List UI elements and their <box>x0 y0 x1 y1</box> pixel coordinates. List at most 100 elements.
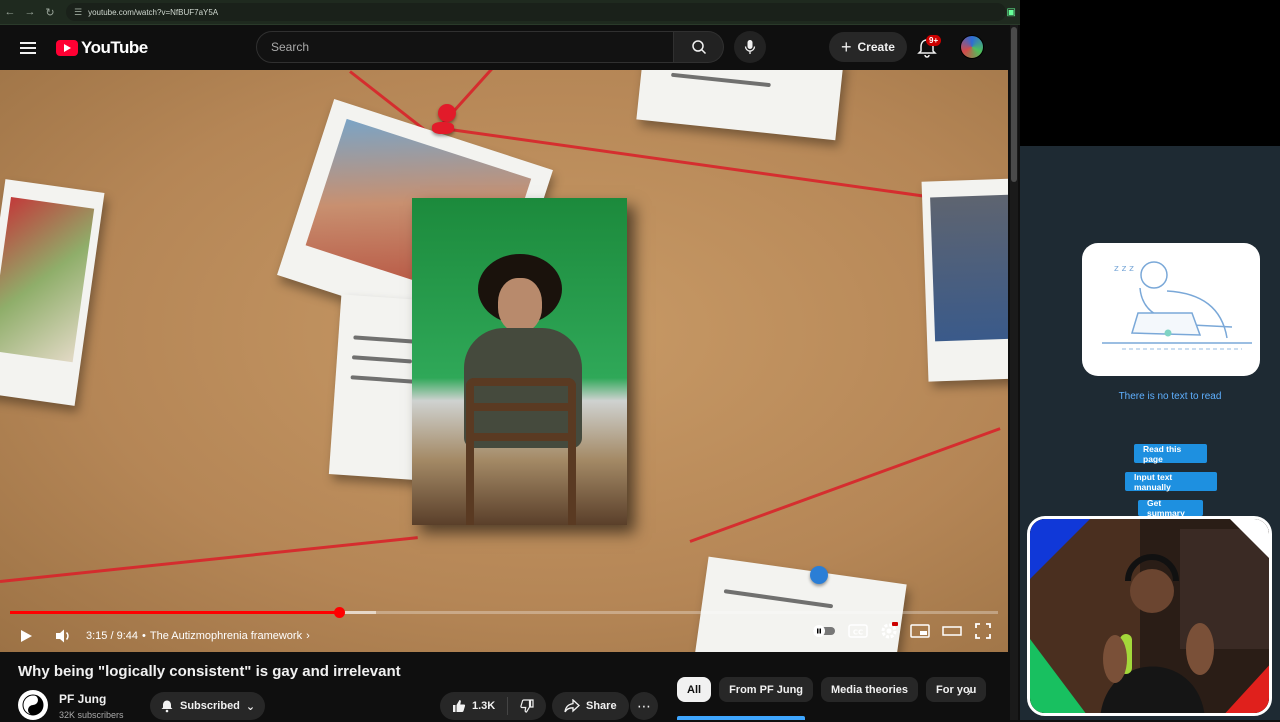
browser-toolbar: ← → ↻ ☰ youtube.com/watch?v=NfBUF7aY5A ▣ <box>0 0 1020 25</box>
play-button[interactable] <box>18 628 34 644</box>
yin-yang-icon <box>22 694 44 716</box>
thumbs-up-icon <box>453 700 466 712</box>
dislike-button[interactable] <box>508 699 546 713</box>
youtube-wordmark: YouTube <box>81 37 148 57</box>
youtube-play-icon <box>56 39 78 56</box>
theater-mode-icon <box>942 626 962 636</box>
read-page-button[interactable]: Read this page <box>1134 444 1207 464</box>
create-button[interactable]: + Create <box>829 32 907 62</box>
video-player[interactable]: 3:15 / 9:44 • The Autizmophrenia framewo… <box>0 70 1008 652</box>
input-text-button[interactable]: Input text manually <box>1125 472 1217 492</box>
hamburger-menu-icon[interactable] <box>20 41 36 54</box>
reload-icon[interactable]: ↻ <box>40 2 60 22</box>
svg-text:z z z: z z z <box>1114 264 1134 274</box>
captions-icon: CC <box>848 624 868 638</box>
youtube-header: YouTube Search + Create 9+ <box>0 25 1010 70</box>
autoplay-toggle[interactable] <box>812 624 836 638</box>
svg-text:CC: CC <box>853 629 863 637</box>
volume-button[interactable] <box>54 628 72 644</box>
like-count: 1.3K <box>472 700 496 712</box>
address-bar[interactable]: ☰ youtube.com/watch?v=NfBUF7aY5A <box>66 3 1006 21</box>
chip-media-theories[interactable]: Media theories <box>821 677 919 702</box>
autoplay-toggle-icon <box>813 625 835 637</box>
url-text: youtube.com/watch?v=NfBUF7aY5A <box>88 7 219 17</box>
chevron-right-icon: › <box>306 630 310 642</box>
thumbs-down-icon <box>520 699 534 713</box>
chip-from-channel[interactable]: From PF Jung <box>719 677 814 702</box>
progress-played <box>10 611 339 614</box>
miniplayer-icon <box>910 624 930 638</box>
microphone-icon <box>744 40 756 54</box>
progress-bar[interactable] <box>10 607 998 618</box>
page-scrollbar[interactable] <box>1010 25 1018 720</box>
red-pushpin <box>438 104 456 122</box>
share-label: Share <box>586 700 617 712</box>
recommendation-thumbnail-edge[interactable] <box>677 716 805 720</box>
gear-icon <box>881 622 898 639</box>
theater-mode-button[interactable] <box>942 623 962 639</box>
volume-icon <box>56 629 69 643</box>
get-summary-button[interactable]: Get summary <box>1138 498 1203 518</box>
webcam-feed <box>1030 519 1269 713</box>
search-icon <box>691 40 706 55</box>
play-icon <box>21 630 32 642</box>
red-pushpin <box>432 122 454 134</box>
scrollbar-thumb[interactable] <box>1011 27 1017 182</box>
bell-icon <box>161 700 173 713</box>
site-info-icon[interactable]: ☰ <box>74 7 82 18</box>
more-actions-button[interactable]: ⋯ <box>630 692 658 720</box>
youtube-logo[interactable]: YouTube <box>56 38 148 58</box>
captions-button[interactable]: CC <box>848 623 868 639</box>
chapter-link[interactable]: • The Autizmophrenia framework › <box>142 630 310 642</box>
share-icon <box>564 699 580 713</box>
forward-icon[interactable]: → <box>20 2 40 22</box>
chevron-right-icon: › <box>966 683 972 699</box>
inset-video-frame <box>412 198 627 525</box>
player-controls: 3:15 / 9:44 • The Autizmophrenia framewo… <box>0 620 1008 652</box>
create-label: Create <box>857 40 895 54</box>
notifications-badge: 9+ <box>926 35 942 46</box>
account-avatar[interactable] <box>960 35 984 59</box>
miniplayer-button[interactable] <box>910 623 930 639</box>
more-horizontal-icon: ⋯ <box>637 697 651 714</box>
like-button[interactable]: 1.3K <box>440 697 509 715</box>
chapter-separator: • <box>142 630 146 642</box>
chip-all[interactable]: All <box>677 677 712 702</box>
channel-row: PF Jung 32K subscribers Subscribed ⌄ 1.3… <box>18 688 678 722</box>
subscribed-label: Subscribed <box>180 700 240 712</box>
fullscreen-button[interactable] <box>974 622 992 640</box>
chapter-title: The Autizmophrenia framework <box>149 630 303 642</box>
settings-button[interactable] <box>880 622 898 640</box>
chips-next-button[interactable]: › <box>958 680 980 702</box>
plus-icon: + <box>841 37 852 57</box>
polaroid-photo <box>921 178 1008 382</box>
search-button[interactable] <box>674 31 724 63</box>
search-bar: Search <box>256 31 724 63</box>
search-placeholder: Search <box>271 40 310 54</box>
player-right-controls: CC <box>812 622 992 640</box>
sleeping-at-laptop-icon: z z z <box>1102 261 1252 350</box>
channel-name[interactable]: PF Jung <box>59 692 106 706</box>
chevron-down-icon: ⌄ <box>245 700 256 713</box>
polaroid-image <box>930 194 1008 342</box>
like-dislike-group: 1.3K <box>440 692 547 720</box>
subscriber-count: 32K subscribers <box>59 710 124 720</box>
share-button[interactable]: Share <box>552 692 629 720</box>
webcam-overlay <box>1027 516 1272 716</box>
search-input[interactable]: Search <box>256 31 674 63</box>
channel-avatar[interactable] <box>18 690 48 720</box>
time-display: 3:15 / 9:44 <box>86 630 138 642</box>
person-face <box>498 278 542 332</box>
fullscreen-icon <box>975 623 991 639</box>
progress-scrubber[interactable] <box>334 607 345 618</box>
extension-icon[interactable]: ▣ <box>1007 7 1016 18</box>
polaroid-image <box>0 197 95 363</box>
subscribed-button[interactable]: Subscribed ⌄ <box>150 692 266 720</box>
no-text-message: There is no text to read <box>1118 391 1222 402</box>
black-region <box>1020 0 1280 146</box>
back-icon[interactable]: ← <box>0 2 20 22</box>
wooden-chair <box>466 378 576 525</box>
voice-search-button[interactable] <box>734 31 766 63</box>
blue-pushpin <box>810 566 828 584</box>
sleeping-person-illustration: z z z <box>1082 243 1260 376</box>
